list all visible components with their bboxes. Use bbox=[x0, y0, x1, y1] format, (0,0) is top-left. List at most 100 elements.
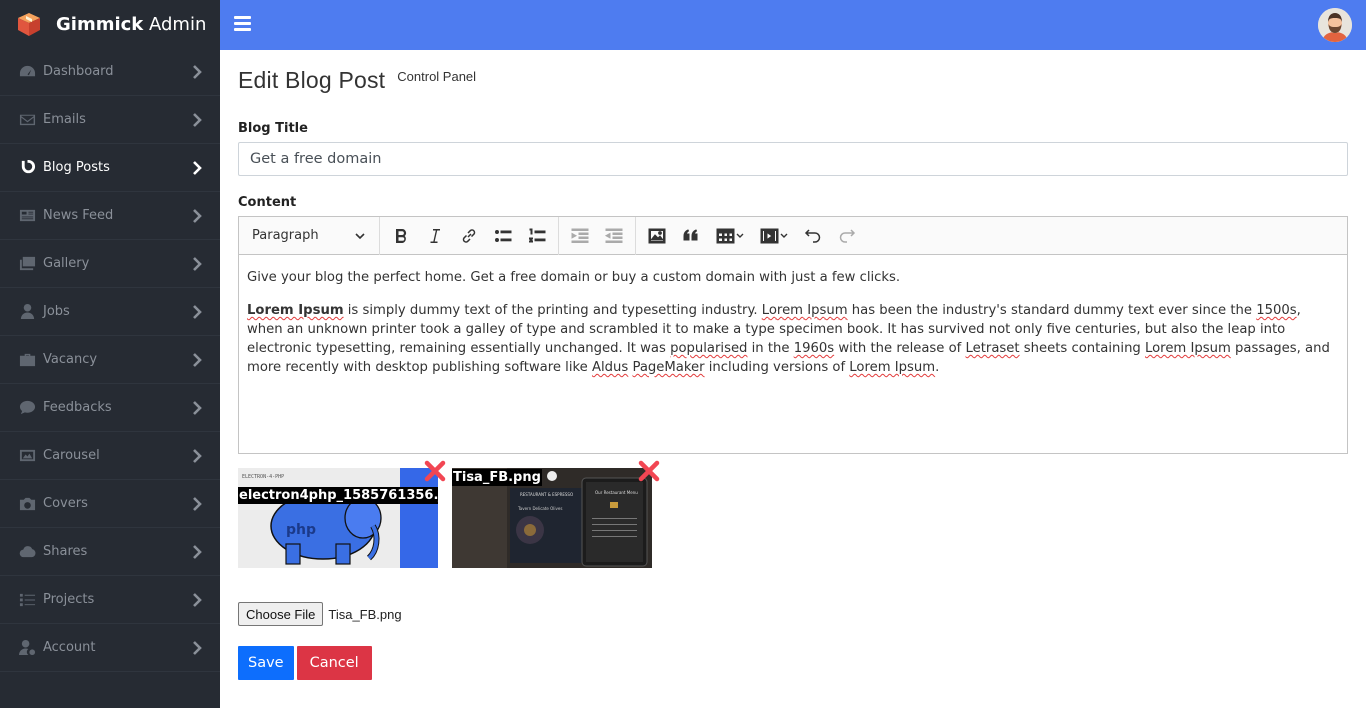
image-filename: electron4php_1585761356.jpg bbox=[238, 487, 438, 504]
sidebar-item-blog-posts[interactable]: Blog Posts bbox=[0, 144, 220, 192]
chevron-right-icon bbox=[192, 256, 202, 272]
image-thumbnail[interactable]: RESTAURANT & ESPRESSO Tavern Delicate Ol… bbox=[452, 468, 652, 568]
images-icon bbox=[18, 255, 36, 273]
sidebar-item-label: Account bbox=[43, 640, 96, 655]
sidebar-item-feedbacks[interactable]: Feedbacks bbox=[0, 384, 220, 432]
svg-text:ELECTRON-4-PHP: ELECTRON-4-PHP bbox=[242, 474, 284, 480]
bold-icon bbox=[396, 228, 407, 243]
choose-file-button[interactable]: Choose File bbox=[238, 602, 324, 626]
image-thumbnail[interactable]: ELECTRON-4-PHP php electron4php_15857613… bbox=[238, 468, 438, 568]
content-label: Content bbox=[238, 195, 297, 210]
indent-icon bbox=[605, 228, 623, 243]
comment-icon bbox=[18, 399, 36, 417]
save-button[interactable]: Save bbox=[238, 646, 294, 680]
sidebar-item-label: Shares bbox=[43, 544, 88, 559]
sidebar-item-vacancy[interactable]: Vacancy bbox=[0, 336, 220, 384]
sidebar-item-account[interactable]: Account bbox=[0, 624, 220, 672]
quote-icon bbox=[683, 228, 698, 240]
elephant-image: ELECTRON-4-PHP php bbox=[238, 468, 438, 568]
box-logo-icon bbox=[18, 13, 40, 36]
form-actions: Save Cancel bbox=[238, 646, 1348, 680]
chevron-right-icon bbox=[192, 64, 202, 80]
page-subtitle: Control Panel bbox=[397, 69, 477, 84]
sidebar-item-label: Carousel bbox=[43, 448, 100, 463]
page-header: Edit Blog Post Control Panel bbox=[238, 67, 1348, 94]
italic-button[interactable] bbox=[418, 219, 452, 253]
sidebar-item-label: Covers bbox=[43, 496, 88, 511]
sidebar-item-emails[interactable]: Emails bbox=[0, 96, 220, 144]
blog-title-input[interactable] bbox=[238, 142, 1348, 176]
indent-button[interactable] bbox=[597, 219, 631, 253]
block-quote-button[interactable] bbox=[674, 219, 708, 253]
brand[interactable]: Gimmick Admin bbox=[0, 0, 220, 48]
bulleted-list-button[interactable] bbox=[486, 219, 520, 253]
sidebar-item-shares[interactable]: Shares bbox=[0, 528, 220, 576]
table-icon bbox=[716, 228, 744, 243]
brand-name-bold: Gimmick bbox=[56, 13, 144, 35]
heading-select[interactable]: Paragraph bbox=[239, 218, 375, 254]
user-cog-icon bbox=[18, 639, 36, 657]
sidebar-item-label: Feedbacks bbox=[43, 400, 112, 415]
svg-text:RESTAURANT & ESPRESSO: RESTAURANT & ESPRESSO bbox=[520, 492, 573, 497]
insert-media-button[interactable] bbox=[752, 219, 796, 253]
bold-button[interactable] bbox=[384, 219, 418, 253]
undo-button[interactable] bbox=[796, 219, 830, 253]
image-filename: Tisa_FB.png bbox=[452, 469, 542, 486]
image-icon bbox=[648, 228, 666, 243]
chevron-right-icon bbox=[192, 160, 202, 176]
redo-button[interactable] bbox=[830, 219, 864, 253]
bulleted-list-icon bbox=[495, 229, 512, 242]
outdent-button[interactable] bbox=[563, 219, 597, 253]
user-tie-icon bbox=[18, 303, 36, 321]
sidebar-item-dashboard[interactable]: Dashboard bbox=[0, 48, 220, 96]
chevron-right-icon bbox=[192, 592, 202, 608]
sidebar-item-label: Gallery bbox=[43, 256, 90, 271]
editor-toolbar: Paragraph bbox=[239, 216, 1347, 255]
menu-toggle-icon[interactable] bbox=[234, 16, 251, 32]
editor-content[interactable]: Give your blog the perfect home. Get a f… bbox=[239, 255, 1347, 453]
sidebar: Gimmick Admin Dashboard Emails Blog Post… bbox=[0, 0, 220, 708]
sidebar-item-news-feed[interactable]: News Feed bbox=[0, 192, 220, 240]
sidebar-item-jobs[interactable]: Jobs bbox=[0, 288, 220, 336]
blog-title-label: Blog Title bbox=[238, 121, 308, 136]
sidebar-item-carousel[interactable]: Carousel bbox=[0, 432, 220, 480]
file-input[interactable]: Choose File Tisa_FB.png bbox=[238, 602, 1348, 626]
insert-table-button[interactable] bbox=[708, 219, 752, 253]
numbered-list-button[interactable] bbox=[520, 219, 554, 253]
sidebar-item-label: Projects bbox=[43, 592, 95, 607]
user-avatar-icon bbox=[1318, 8, 1352, 42]
heading-select-value: Paragraph bbox=[252, 228, 319, 243]
camera-icon bbox=[18, 495, 36, 513]
avatar[interactable] bbox=[1318, 8, 1352, 42]
remove-image-icon[interactable] bbox=[637, 459, 661, 483]
content-paragraph: Give your blog the perfect home. Get a f… bbox=[247, 270, 901, 285]
sidebar-item-gallery[interactable]: Gallery bbox=[0, 240, 220, 288]
svg-text:Tavern Delicate Olives: Tavern Delicate Olives bbox=[517, 506, 562, 511]
page-title: Edit Blog Post bbox=[238, 67, 386, 93]
outdent-icon bbox=[571, 228, 589, 243]
chevron-right-icon bbox=[192, 352, 202, 368]
sidebar-item-label: Blog Posts bbox=[43, 160, 110, 175]
chevron-right-icon bbox=[192, 544, 202, 560]
cloud-icon bbox=[18, 543, 36, 561]
insert-image-button[interactable] bbox=[640, 219, 674, 253]
sidebar-item-covers[interactable]: Covers bbox=[0, 480, 220, 528]
chevron-right-icon bbox=[192, 448, 202, 464]
redo-icon bbox=[839, 228, 856, 243]
cancel-button[interactable]: Cancel bbox=[296, 646, 372, 680]
sidebar-item-label: Dashboard bbox=[43, 64, 114, 79]
image-icon bbox=[18, 447, 36, 465]
sidebar-item-label: Emails bbox=[43, 112, 86, 127]
link-button[interactable] bbox=[452, 219, 486, 253]
link-icon bbox=[462, 228, 476, 243]
tasks-icon bbox=[18, 591, 36, 609]
content-bold-text: Lorem Ipsum bbox=[247, 303, 344, 318]
chevron-right-icon bbox=[192, 112, 202, 128]
main-content: Edit Blog Post Control Panel Blog Title … bbox=[238, 50, 1348, 680]
svg-text:Our Restaurant Menu: Our Restaurant Menu bbox=[595, 490, 638, 495]
chevron-right-icon bbox=[192, 304, 202, 320]
chevron-right-icon bbox=[192, 640, 202, 656]
sidebar-item-projects[interactable]: Projects bbox=[0, 576, 220, 624]
undo-icon bbox=[804, 228, 821, 243]
remove-image-icon[interactable] bbox=[423, 459, 447, 483]
